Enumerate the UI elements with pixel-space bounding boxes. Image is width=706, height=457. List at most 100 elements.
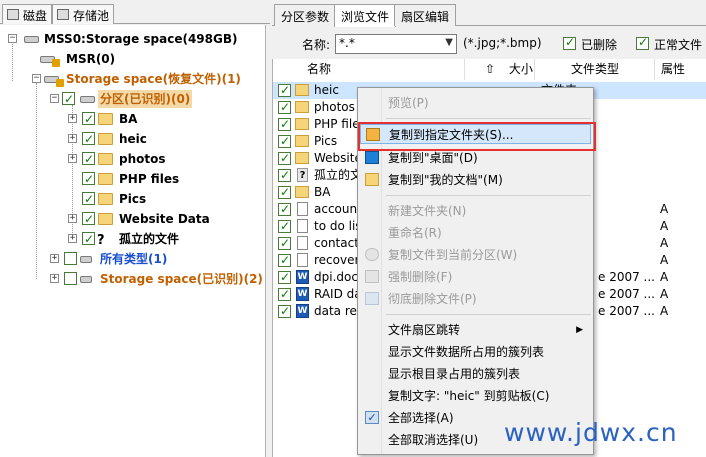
filter-hint: (*.jpg;*.bmp) xyxy=(463,36,542,50)
copy-partition-icon xyxy=(365,248,379,261)
row-checkbox[interactable] xyxy=(278,252,291,269)
tab-storage-pool[interactable]: 存储池 xyxy=(52,4,115,24)
row-checkbox[interactable] xyxy=(278,82,291,99)
collapse-icon[interactable]: − xyxy=(8,34,17,43)
tree-folder-pics[interactable]: Pics xyxy=(0,190,260,208)
row-checkbox[interactable] xyxy=(278,235,291,252)
menu-separator xyxy=(386,195,591,196)
chevron-down-icon[interactable]: ▼ xyxy=(445,37,453,48)
folder-icon xyxy=(295,84,309,96)
collapse-icon[interactable]: − xyxy=(32,74,41,83)
word-doc-icon: W xyxy=(296,287,309,301)
tab-partition-params[interactable]: 分区参数 xyxy=(274,4,337,26)
menu-item-permanent-delete[interactable]: 彻底删除文件(P) xyxy=(360,289,591,309)
name-label: 名称: xyxy=(302,38,331,52)
right-tabbar: 分区参数 浏览文件 扇区编辑 xyxy=(272,0,706,27)
folder-checkbox[interactable] xyxy=(82,130,95,148)
menu-item-copy-to-partition[interactable]: 复制文件到当前分区(W) xyxy=(360,245,591,265)
tree-node-root[interactable]: − MSS0:Storage space(498GB) xyxy=(0,30,260,48)
text-file-icon xyxy=(297,202,308,216)
normal-files-checkbox[interactable] xyxy=(636,35,649,50)
row-checkbox[interactable] xyxy=(278,218,291,235)
folder-icon xyxy=(295,118,309,130)
tree-folder-ba[interactable]: + BA xyxy=(0,110,260,128)
expand-icon[interactable]: + xyxy=(50,274,59,283)
deleted-checkbox[interactable] xyxy=(563,35,576,50)
menu-item-new-folder[interactable]: 新建文件夹(N) xyxy=(360,201,591,221)
expand-icon[interactable]: + xyxy=(68,234,77,243)
sort-up-icon: ⇧ xyxy=(485,62,496,76)
expand-icon[interactable]: + xyxy=(68,154,77,163)
folder-checkbox[interactable] xyxy=(82,190,95,208)
menu-item-rename[interactable]: 重命名(R) xyxy=(360,223,591,243)
expand-icon[interactable]: + xyxy=(68,134,77,143)
menu-separator xyxy=(386,314,591,315)
expand-icon[interactable]: + xyxy=(50,254,59,263)
normal-files-label: 正常文件 xyxy=(654,38,703,52)
row-checkbox[interactable] xyxy=(278,201,291,218)
tree-folder-php-files[interactable]: PHP files xyxy=(0,170,260,188)
row-checkbox[interactable] xyxy=(278,99,291,116)
tree-folder-heic[interactable]: + heic xyxy=(0,130,260,148)
menu-item-copy-text[interactable]: 复制文字: "heic" 到剪贴板(C) xyxy=(360,386,591,406)
folder-checkbox[interactable] xyxy=(82,230,95,248)
lock-icon xyxy=(52,59,60,67)
menu-separator xyxy=(386,118,591,119)
submenu-arrow-icon: ▶ xyxy=(576,325,583,335)
tree-node-msr[interactable]: MSR(0) xyxy=(0,50,260,68)
all-types-checkbox[interactable] xyxy=(64,252,77,265)
folder-icon xyxy=(295,186,309,198)
filter-toolbar: 名称: *.* ▼ (*.jpg;*.bmp) 已删除 正常文件 xyxy=(272,27,706,59)
row-checkbox[interactable] xyxy=(278,167,291,184)
tab-sector-editor[interactable]: 扇区编辑 xyxy=(394,4,457,26)
question-mark-icon: ? xyxy=(297,168,308,182)
menu-item-root-cluster-list[interactable]: 显示根目录占用的簇列表 xyxy=(360,364,591,384)
left-tabbar: 磁盘 存储池 xyxy=(0,0,270,24)
menu-item-preview[interactable]: 预览(P) xyxy=(360,93,591,113)
row-checkbox[interactable] xyxy=(278,133,291,150)
folder-checkbox[interactable] xyxy=(82,150,95,168)
tree-node-storage-identified[interactable]: + Storage space(已识别)(2) xyxy=(0,270,263,288)
storage-checkbox[interactable] xyxy=(64,272,77,285)
collapse-icon[interactable]: − xyxy=(50,94,59,103)
tree-node-storage-recovered[interactable]: − Storage space(恢复文件)(1) xyxy=(0,70,260,88)
name-filter-input[interactable]: *.* ▼ xyxy=(335,34,457,54)
tab-disk[interactable]: 磁盘 xyxy=(2,4,53,24)
menu-item-copy-to-documents[interactable]: 复制到"我的文档"(M) xyxy=(360,170,591,190)
row-checkbox[interactable] xyxy=(278,150,291,167)
folder-checkbox[interactable] xyxy=(82,210,95,228)
disk-tree[interactable]: − MSS0:Storage space(498GB) MSR(0) − Sto… xyxy=(0,25,266,457)
tree-node-partition[interactable]: − 分区(已识别)(0) xyxy=(0,90,260,108)
tree-folder-website-data[interactable]: + Website Data xyxy=(0,210,260,228)
expand-icon[interactable]: + xyxy=(68,114,77,123)
row-checkbox[interactable] xyxy=(278,269,291,286)
deleted-label: 已删除 xyxy=(581,38,618,52)
menu-item-file-cluster-list[interactable]: 显示文件数据所占用的簇列表 xyxy=(360,342,591,362)
tree-node-all-types[interactable]: + 所有类型(1) xyxy=(0,250,260,268)
tab-browse-files[interactable]: 浏览文件 xyxy=(334,4,397,27)
row-checkbox[interactable] xyxy=(278,286,291,303)
highlight-annotation xyxy=(358,122,596,151)
row-checkbox[interactable] xyxy=(278,303,291,320)
column-header-type[interactable]: 文件类型 xyxy=(535,59,655,80)
row-checkbox[interactable] xyxy=(278,184,291,201)
expand-icon[interactable]: + xyxy=(68,214,77,223)
folder-checkbox[interactable] xyxy=(82,170,95,188)
column-header-name[interactable]: 名称 xyxy=(303,59,465,80)
delete-icon xyxy=(365,270,379,283)
partition-checkbox[interactable] xyxy=(62,90,75,108)
menu-item-sector-jump[interactable]: 文件扇区跳转 ▶ xyxy=(360,320,591,340)
tree-folder-photos[interactable]: + photos xyxy=(0,150,260,168)
folder-checkbox[interactable] xyxy=(82,110,95,128)
row-checkbox[interactable] xyxy=(278,116,291,133)
menu-item-copy-to-desktop[interactable]: 复制到"桌面"(D) xyxy=(360,148,591,168)
column-header-attr[interactable]: 属性 xyxy=(655,59,706,80)
storage-pool-icon xyxy=(57,9,69,20)
folder-icon xyxy=(295,152,309,164)
folder-icon xyxy=(98,153,113,165)
disk-icon xyxy=(7,9,19,20)
tree-folder-orphaned[interactable]: + ? 孤立的文件 xyxy=(0,230,260,248)
menu-item-force-delete[interactable]: 强制删除(F) xyxy=(360,267,591,287)
column-header-size[interactable]: ⇧ 大小 xyxy=(465,59,535,80)
folder-icon xyxy=(98,193,113,205)
